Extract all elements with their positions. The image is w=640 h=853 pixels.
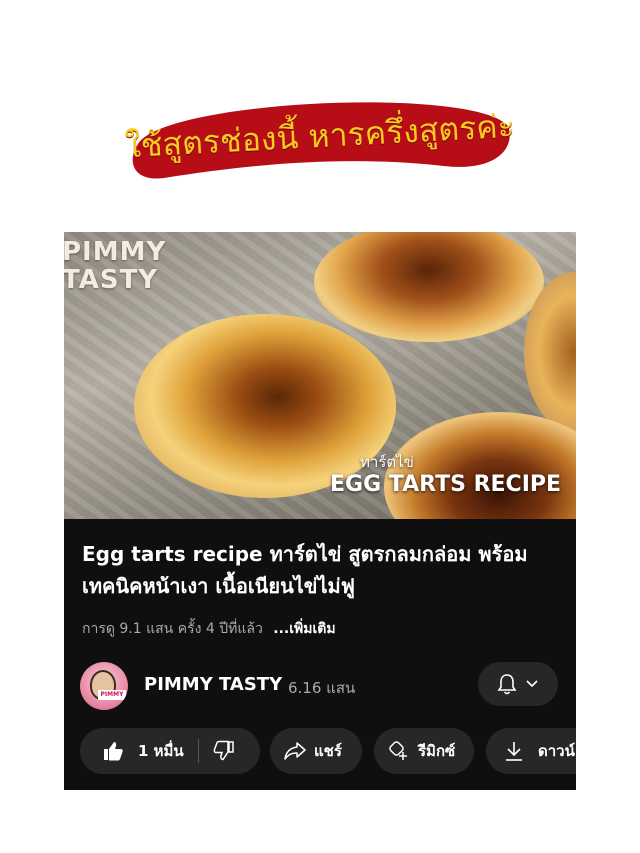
like-count[interactable]: 1 หมื่น [138,739,184,763]
action-bar: 1 หมื่น แชร์ รีมิกซ์ ดาวน์ [80,728,576,774]
remix-button[interactable]: รีมิกซ์ [374,728,474,774]
channel-avatar[interactable]: PIMMY [80,662,128,710]
subscriber-count: 6.16 แสน [288,679,356,697]
download-label: ดาวน์ [538,742,575,760]
video-title[interactable]: Egg tarts recipe ทาร์ตไข่ สูตรกลมกล่อม พ… [82,538,562,602]
download-icon [504,740,524,762]
thumbnail-title: EGG TARTS RECIPE [330,472,562,497]
avatar-tag: PIMMY [98,690,126,700]
channel-row: PIMMY PIMMY TASTY 6.16 แสน [80,660,560,712]
bell-icon [497,673,517,695]
egg-tart [134,314,396,498]
thumbs-down-icon[interactable] [213,740,235,762]
video-card: PIMMY TASTY ทาร์ตไข่ EGG TARTS RECIPE Eg… [64,232,576,790]
channel-name[interactable]: PIMMY TASTY [144,674,282,695]
brand-line-2: TASTY [64,265,159,295]
share-button[interactable]: แชร์ [270,728,362,774]
video-thumbnail[interactable]: PIMMY TASTY ทาร์ตไข่ EGG TARTS RECIPE [64,232,576,519]
share-arrow-icon [284,741,306,761]
thumbnail-subtitle: ทาร์ตไข่ [360,453,414,471]
video-meta[interactable]: การดู 9.1 แสน ครั้ง 4 ปีที่แล้ว ...เพิ่ม… [82,618,336,640]
chevron-down-icon [525,679,539,689]
show-more-link[interactable]: ...เพิ่มเติม [273,621,335,637]
top-banner: ใช้สูตรช่องนี้ หารครึ่งสูตรค่ะ [124,92,516,180]
thumbnail-brand: PIMMY TASTY [64,238,166,294]
thumbs-up-icon[interactable] [102,740,124,762]
download-button[interactable]: ดาวน์ [486,728,576,774]
like-divider [197,739,199,763]
brand-line-1: PIMMY [64,237,167,267]
remix-label: รีมิกซ์ [418,742,456,760]
like-dislike-pill: 1 หมื่น [80,728,260,774]
notification-button[interactable] [478,662,558,706]
view-count-and-age: การดู 9.1 แสน ครั้ง 4 ปีที่แล้ว [82,621,263,637]
remix-icon [388,740,410,762]
share-label: แชร์ [314,742,342,760]
